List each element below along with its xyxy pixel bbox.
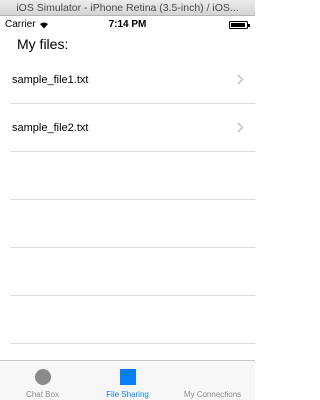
empty-row bbox=[0, 248, 255, 296]
chevron-right-icon bbox=[237, 122, 244, 133]
my-connections-tab-icon bbox=[205, 369, 221, 385]
empty-row bbox=[0, 296, 255, 344]
file-name: sample_file2.txt bbox=[12, 122, 89, 134]
simulator-title: iOS Simulator - iPhone Retina (3.5-inch)… bbox=[16, 2, 239, 14]
simulator-title-bar: iOS Simulator - iPhone Retina (3.5-inch)… bbox=[0, 0, 255, 16]
page-title: My files: bbox=[17, 36, 69, 52]
file-sharing-tab-icon bbox=[119, 369, 136, 385]
empty-row bbox=[0, 200, 255, 248]
tab-file-sharing[interactable]: File Sharing bbox=[85, 361, 170, 400]
tab-label: File Sharing bbox=[106, 390, 149, 399]
tab-label: Chat Box bbox=[26, 390, 59, 399]
empty-row bbox=[0, 152, 255, 200]
chat-box-tab-icon bbox=[34, 369, 51, 385]
chevron-right-icon bbox=[237, 74, 244, 85]
battery-icon bbox=[229, 21, 250, 29]
status-bar: Carrier 7:14 PM bbox=[0, 16, 255, 33]
file-row[interactable]: sample_file1.txt bbox=[0, 56, 255, 104]
file-name: sample_file1.txt bbox=[12, 74, 89, 86]
tab-label: My Connections bbox=[183, 390, 242, 399]
status-time: 7:14 PM bbox=[108, 19, 147, 30]
tab-bar: Chat Box File Sharing My Connections bbox=[0, 360, 255, 400]
tab-my-connections[interactable]: My Connections bbox=[170, 361, 255, 400]
tab-chat-box[interactable]: Chat Box bbox=[0, 361, 85, 400]
file-row[interactable]: sample_file2.txt bbox=[0, 104, 255, 152]
empty-table-rows bbox=[0, 152, 255, 344]
file-list: sample_file1.txt sample_file2.txt bbox=[0, 56, 255, 152]
